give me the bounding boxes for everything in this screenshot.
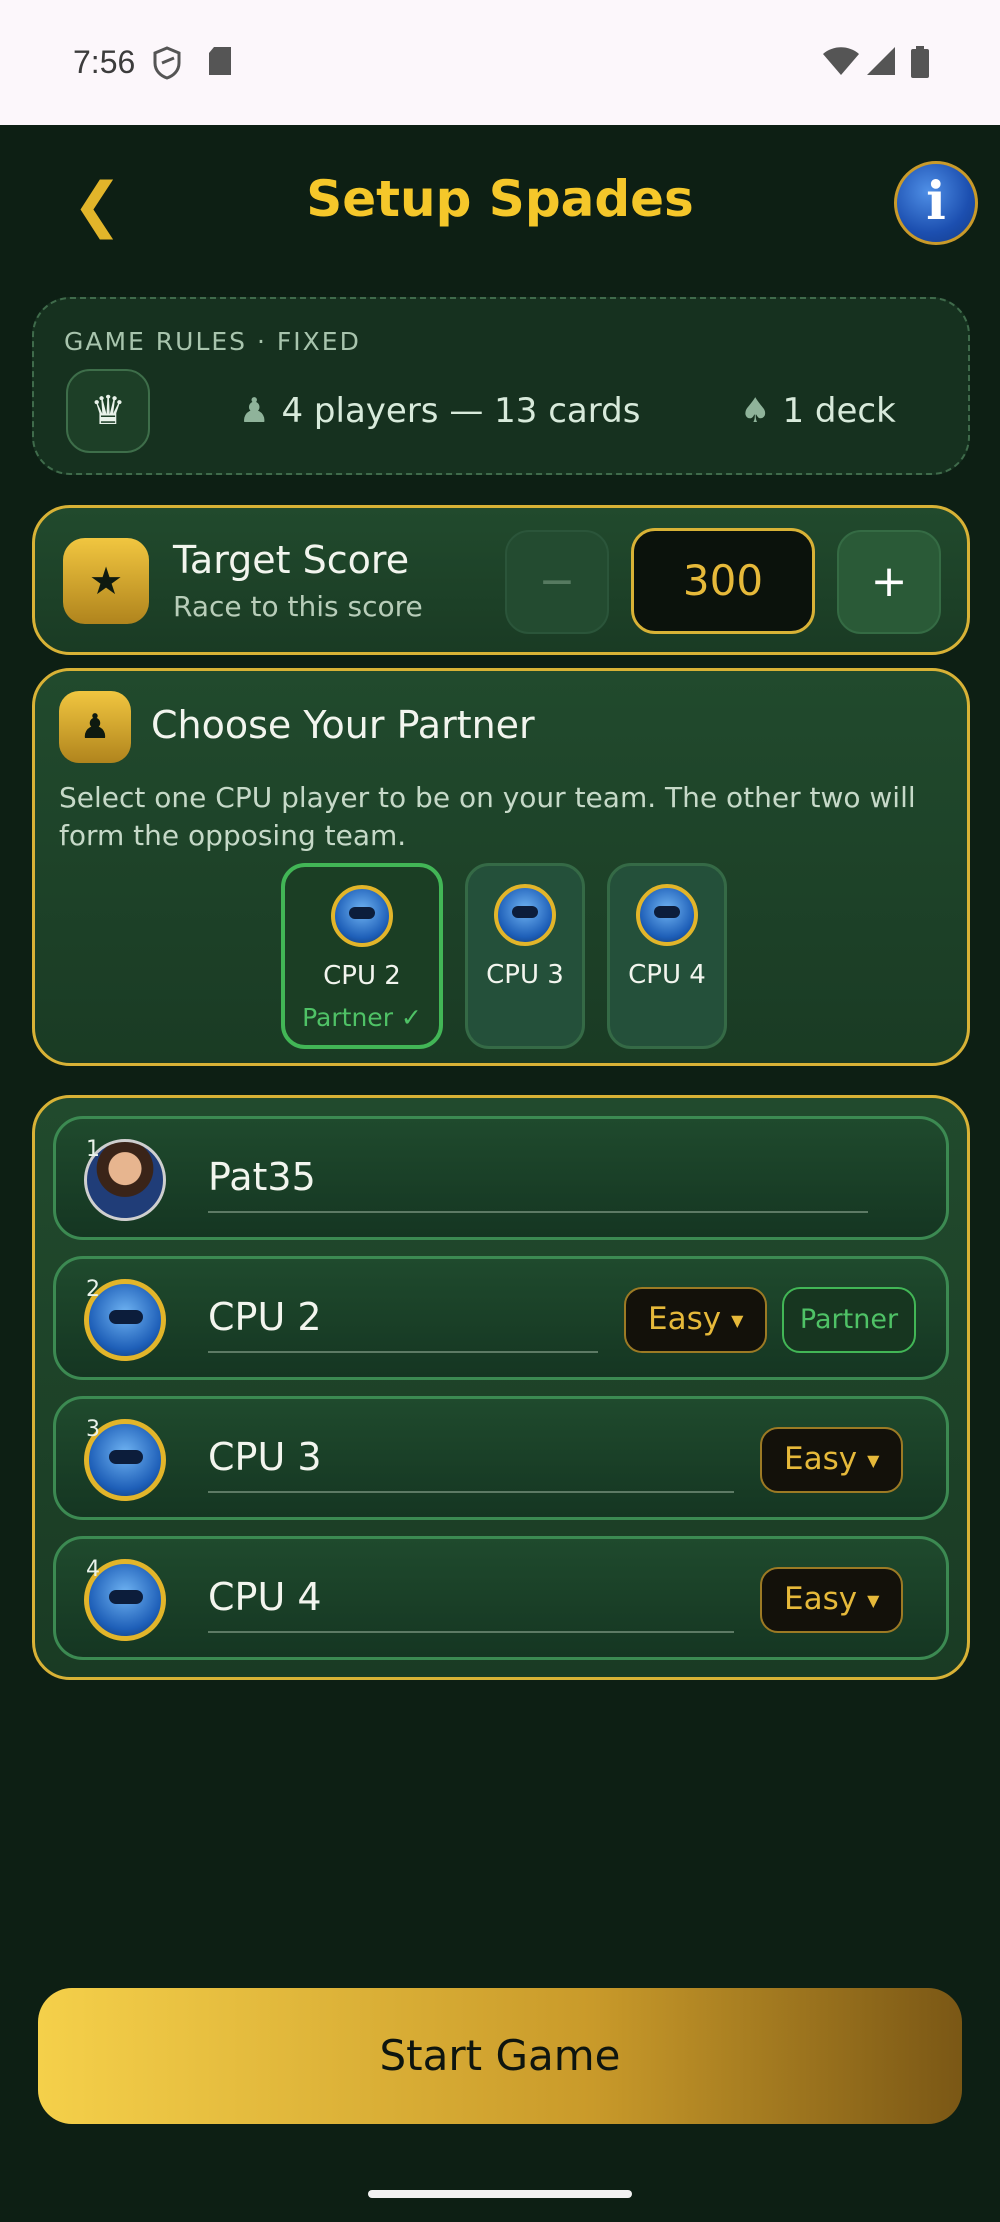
player-row-2: 2 CPU 2 Easy ▼ Partner — [53, 1256, 949, 1380]
signal-icon — [866, 46, 896, 80]
player-row-1: 1 Pat35 — [53, 1116, 949, 1240]
partner-title: Choose Your Partner — [151, 703, 535, 747]
battery-icon — [910, 46, 930, 82]
pawn-icon: ♟ — [59, 691, 131, 763]
partner-selected-tag: Partner ✓ — [302, 1003, 422, 1032]
partner-badge[interactable]: Partner — [782, 1287, 916, 1353]
caret-down-icon: ▼ — [867, 1450, 880, 1470]
partner-description: Select one CPU player to be on your team… — [59, 781, 916, 852]
info-icon: i — [926, 171, 946, 232]
difficulty-select[interactable]: Easy ▼ — [760, 1567, 904, 1633]
difficulty-select[interactable]: Easy ▼ — [624, 1287, 768, 1353]
player-number: 3 — [86, 1417, 100, 1442]
partner-option-cpu-3[interactable]: CPU 3 — [465, 863, 585, 1049]
partner-option-cpu-4[interactable]: CPU 4 — [607, 863, 727, 1049]
name-underline — [208, 1631, 734, 1633]
difficulty-value: Easy — [784, 1441, 858, 1477]
player-number: 1 — [86, 1137, 100, 1162]
home-indicator[interactable] — [368, 2190, 632, 2198]
player-number: 4 — [86, 1557, 100, 1582]
choose-partner-panel: ♟ Choose Your Partner Select one CPU pla… — [32, 668, 970, 1066]
rules-players: ♟ 4 players — 13 cards — [239, 391, 640, 431]
status-time: 7:56 — [73, 44, 136, 80]
wifi-icon — [822, 46, 860, 80]
start-game-button[interactable]: Start Game — [38, 1988, 962, 2124]
rules-players-text: 4 players — 13 cards — [281, 391, 641, 431]
target-score-subtitle: Race to this score — [173, 590, 423, 623]
partner-option-cpu-2[interactable]: CPU 2 Partner ✓ — [281, 863, 443, 1049]
player-name-input[interactable]: CPU 4 — [208, 1575, 322, 1619]
name-underline — [208, 1351, 598, 1353]
decrease-score-button[interactable]: − — [505, 530, 609, 634]
target-score-title: Target Score — [173, 538, 410, 582]
difficulty-select[interactable]: Easy ▼ — [760, 1427, 904, 1493]
player-name-input[interactable]: CPU 3 — [208, 1435, 322, 1479]
partner-option-name: CPU 4 — [628, 960, 706, 990]
rules-deck-text: 1 deck — [782, 391, 896, 431]
info-button[interactable]: i — [894, 161, 978, 245]
player-row-3: 3 CPU 3 Easy ▼ — [53, 1396, 949, 1520]
robot-avatar-icon — [331, 885, 393, 947]
target-score-panel: ★ Target Score Race to this score − 300 … — [32, 505, 970, 655]
rules-title: GAME RULES · FIXED — [64, 327, 361, 356]
player-row-4: 4 CPU 4 Easy ▼ — [53, 1536, 949, 1660]
player-name-input[interactable]: Pat35 — [208, 1155, 316, 1199]
player-number: 2 — [86, 1277, 100, 1302]
caret-down-icon: ▼ — [867, 1590, 880, 1610]
rules-deck: ♠ 1 deck — [740, 391, 896, 431]
sd-card-icon — [207, 46, 233, 80]
crown-icon: ♛ — [66, 369, 150, 453]
partner-option-name: CPU 3 — [486, 960, 564, 990]
caret-down-icon: ▼ — [731, 1310, 744, 1330]
shield-icon — [152, 46, 182, 84]
spade-icon: ♠ — [740, 391, 771, 431]
name-underline — [208, 1491, 734, 1493]
increase-score-button[interactable]: + — [837, 530, 941, 634]
page-title: Setup Spades — [306, 170, 694, 228]
robot-avatar-icon — [494, 884, 556, 946]
status-bar: 7:56 — [0, 0, 1000, 125]
partner-option-name: CPU 2 — [323, 961, 401, 991]
players-panel: 1 Pat35 2 CPU 2 Easy ▼ Partner 3 CPU 3 Ea… — [32, 1095, 970, 1680]
difficulty-value: Easy — [784, 1581, 858, 1617]
game-rules-panel: GAME RULES · FIXED ♛ ♟ 4 players — 13 car… — [32, 297, 970, 475]
pawn-icon: ♟ — [239, 391, 270, 431]
robot-avatar-icon — [636, 884, 698, 946]
name-underline — [208, 1211, 868, 1213]
star-icon: ★ — [63, 538, 149, 624]
target-score-value[interactable]: 300 — [631, 528, 815, 634]
difficulty-value: Easy — [648, 1301, 722, 1337]
player-name-input[interactable]: CPU 2 — [208, 1295, 322, 1339]
